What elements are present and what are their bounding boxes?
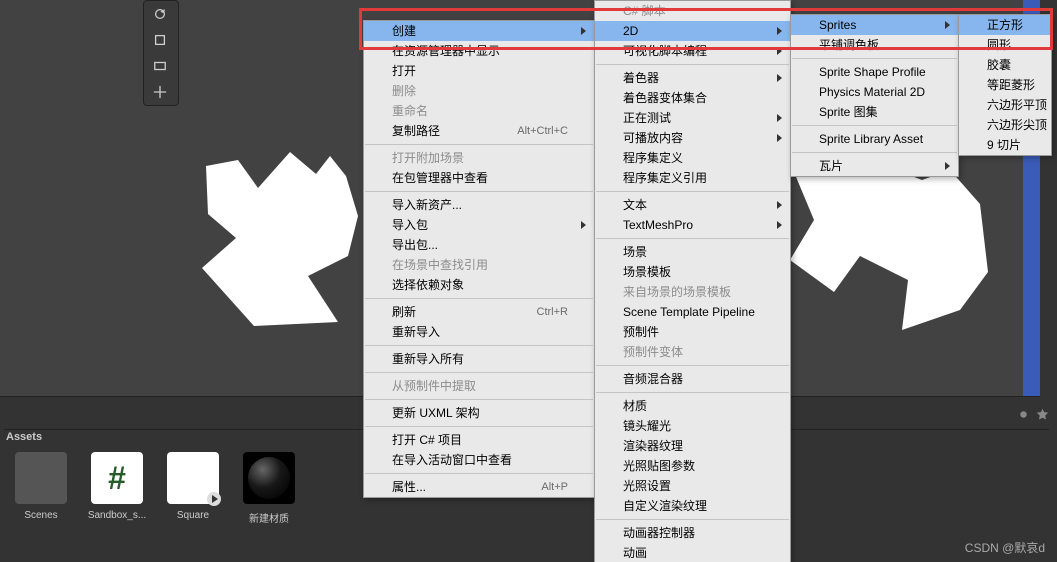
submenu-create[interactable]: C# 脚本2D可视化脚本编程着色器着色器变体集合正在测试可播放内容程序集定义程序…	[594, 0, 791, 562]
menu-item[interactable]: 导入包	[364, 215, 594, 235]
menu-item: 来自场景的场景模板	[595, 282, 790, 302]
menu-item[interactable]: 材质	[595, 396, 790, 416]
asset-item[interactable]: Square	[166, 452, 220, 525]
menu-item: 预制件变体	[595, 342, 790, 362]
menu-item: 从预制件中提取	[364, 376, 594, 396]
asset-label: Square	[177, 510, 209, 521]
sprite-shape-left[interactable]	[198, 148, 368, 338]
tool-scale[interactable]	[144, 27, 176, 53]
tool-transform[interactable]	[144, 79, 176, 105]
sphere-icon	[248, 457, 290, 499]
menu-item[interactable]: 场景模板	[595, 262, 790, 282]
asset-label: Sandbox_s...	[88, 510, 146, 521]
menu-item[interactable]: Sprite Shape Profile	[791, 62, 958, 82]
scene-toolbar	[143, 0, 179, 106]
folder-icon	[15, 452, 67, 504]
tool-rotate[interactable]	[144, 1, 176, 27]
menu-item[interactable]: 重新导入所有	[364, 349, 594, 369]
menu-item: 在场景中查找引用	[364, 255, 594, 275]
asset-item[interactable]: 新建材质	[242, 452, 296, 525]
hidden-icon[interactable]	[1017, 408, 1030, 421]
script-thumb: #	[91, 452, 143, 504]
menu-item[interactable]: 正在测试	[595, 108, 790, 128]
menu-item[interactable]: 打开	[364, 61, 594, 81]
menu-item[interactable]: 程序集定义引用	[595, 168, 790, 188]
menu-item: 删除	[364, 81, 594, 101]
menu-item[interactable]: 正方形	[959, 15, 1051, 35]
asset-item[interactable]: Scenes	[14, 452, 68, 525]
menu-item[interactable]: 9 切片	[959, 135, 1051, 155]
material-thumb	[243, 452, 295, 504]
menu-item[interactable]: 导入新资产...	[364, 195, 594, 215]
menu-item[interactable]: 瓦片	[791, 156, 958, 176]
menu-item[interactable]: 动画器控制器	[595, 523, 790, 543]
menu-item[interactable]: Scene Template Pipeline	[595, 302, 790, 322]
app-root: { "tabs":{"project":"Assets"}, "assets":…	[0, 0, 1057, 562]
menu-item[interactable]: 复制路径Alt+Ctrl+C	[364, 121, 594, 141]
menu-item[interactable]: 重新导入	[364, 322, 594, 342]
menu-item[interactable]: 圆形	[959, 35, 1051, 55]
menu-item[interactable]: 可播放内容	[595, 128, 790, 148]
menu-item[interactable]: 着色器变体集合	[595, 88, 790, 108]
menu-item[interactable]: 镜头耀光	[595, 416, 790, 436]
context-menu-assets[interactable]: 创建在资源管理器中显示打开删除重命名复制路径Alt+Ctrl+C 打开附加场景在包…	[363, 20, 595, 498]
menu-item[interactable]: 在导入活动窗口中查看	[364, 450, 594, 470]
menu-item[interactable]: 2D	[595, 21, 790, 41]
menu-item[interactable]: 更新 UXML 架构	[364, 403, 594, 423]
menu-item: C# 脚本	[595, 1, 790, 21]
hash-icon: #	[108, 460, 126, 497]
menu-item[interactable]: 着色器	[595, 68, 790, 88]
play-icon	[207, 492, 221, 506]
watermark: CSDN @默哀d	[965, 539, 1045, 556]
assets-breadcrumb[interactable]: Assets	[6, 431, 42, 443]
asset-label: 新建材质	[249, 510, 289, 525]
menu-item[interactable]: 场景	[595, 242, 790, 262]
menu-item[interactable]: 动画	[595, 543, 790, 562]
menu-item[interactable]: Sprite 图集	[791, 102, 958, 122]
menu-item[interactable]: 预制件	[595, 322, 790, 342]
menu-item: 重命名	[364, 101, 594, 121]
menu-item[interactable]: 渲染器纹理	[595, 436, 790, 456]
tool-rect[interactable]	[144, 53, 176, 79]
submenu-sprites[interactable]: 正方形圆形胶囊等距菱形六边形平顶六边形尖顶9 切片	[958, 14, 1052, 156]
menu-item[interactable]: Sprite Library Asset	[791, 129, 958, 149]
menu-item[interactable]: TextMeshPro	[595, 215, 790, 235]
menu-item[interactable]: 选择依赖对象	[364, 275, 594, 295]
menu-item[interactable]: 光照设置	[595, 476, 790, 496]
asset-label: Scenes	[24, 510, 57, 521]
asset-item[interactable]: # Sandbox_s...	[90, 452, 144, 525]
menu-item[interactable]: 属性...Alt+P	[364, 477, 594, 497]
menu-item[interactable]: 在资源管理器中显示	[364, 41, 594, 61]
menu-item[interactable]: 音频混合器	[595, 369, 790, 389]
menu-item[interactable]: 可视化脚本编程	[595, 41, 790, 61]
menu-item[interactable]: 等距菱形	[959, 75, 1051, 95]
menu-item[interactable]: 六边形平顶	[959, 95, 1051, 115]
menu-item[interactable]: 平铺调色板	[791, 35, 958, 55]
menu-item[interactable]: Physics Material 2D	[791, 82, 958, 102]
menu-item[interactable]: 在包管理器中查看	[364, 168, 594, 188]
menu-item[interactable]: 胶囊	[959, 55, 1051, 75]
sprite-shape-right[interactable]	[790, 160, 990, 340]
menu-item[interactable]: Sprites	[791, 15, 958, 35]
favorite-icon[interactable]	[1036, 408, 1049, 421]
menu-item[interactable]: 刷新Ctrl+R	[364, 302, 594, 322]
menu-item[interactable]: 六边形尖顶	[959, 115, 1051, 135]
menu-item: 打开附加场景	[364, 148, 594, 168]
menu-item[interactable]: 打开 C# 项目	[364, 430, 594, 450]
menu-item[interactable]: 导出包...	[364, 235, 594, 255]
submenu-2d[interactable]: Sprites平铺调色板 Sprite Shape ProfilePhysics …	[790, 14, 959, 177]
sprite-thumb	[167, 452, 219, 504]
assets-grid[interactable]: Scenes # Sandbox_s... Square 新建材质	[14, 452, 296, 525]
menu-item[interactable]: 自定义渲染纹理	[595, 496, 790, 516]
menu-item[interactable]: 文本	[595, 195, 790, 215]
menu-item[interactable]: 光照贴图参数	[595, 456, 790, 476]
menu-item[interactable]: 创建	[364, 21, 594, 41]
menu-item[interactable]: 程序集定义	[595, 148, 790, 168]
project-toolbar-icons	[1017, 408, 1049, 421]
